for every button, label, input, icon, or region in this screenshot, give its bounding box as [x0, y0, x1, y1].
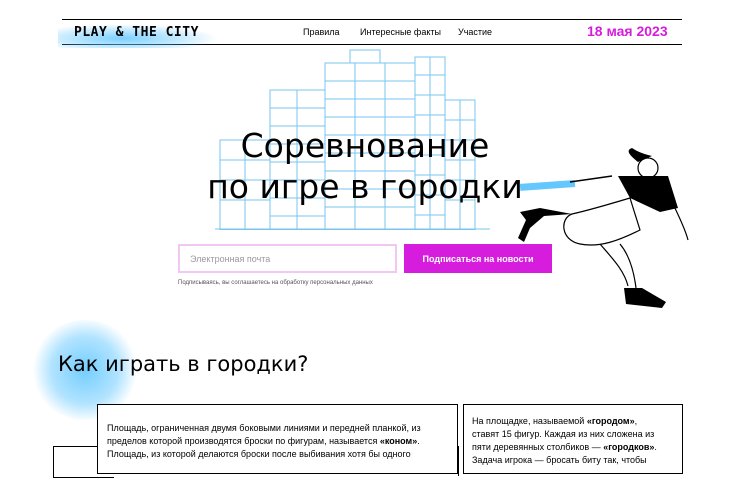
card2-line2: ставят 15 фигур. Каждая из них сложена и…: [472, 429, 655, 439]
logo[interactable]: PLAY & THE CITY: [74, 25, 199, 40]
section-heading: Как играть в городки?: [58, 352, 309, 376]
nav-facts[interactable]: Интересные факты: [360, 27, 441, 37]
card1-line1: Площадь, ограниченная двумя боковыми лин…: [107, 423, 421, 433]
nav-rules[interactable]: Правила: [303, 27, 340, 37]
event-date: 18 мая 2023: [587, 23, 668, 39]
card2-line1: На площадке, называемой «городом»,: [472, 416, 638, 426]
player-illustration-icon: [518, 148, 689, 308]
nav-participation[interactable]: Участие: [458, 27, 492, 37]
consent-note: Подписываясь, вы соглашаетесь на обработ…: [178, 280, 373, 286]
card1-line3: Площадь, из которой делаются броски посл…: [107, 449, 411, 459]
card2-line3: пяти деревянных столбиков — «городков».: [472, 442, 657, 452]
card1-line2: пределов которой производятся броски по …: [107, 436, 420, 446]
card2-line4: Задача игрока — бросать биту так, чтобы: [472, 455, 647, 465]
rules-card-gorod: На площадке, называемой «городом», ставя…: [463, 404, 683, 474]
email-input[interactable]: [178, 244, 397, 273]
subscribe-button[interactable]: Подписаться на новости: [404, 244, 552, 273]
rules-card-kon: Площадь, ограниченная двумя боковыми лин…: [97, 404, 458, 474]
